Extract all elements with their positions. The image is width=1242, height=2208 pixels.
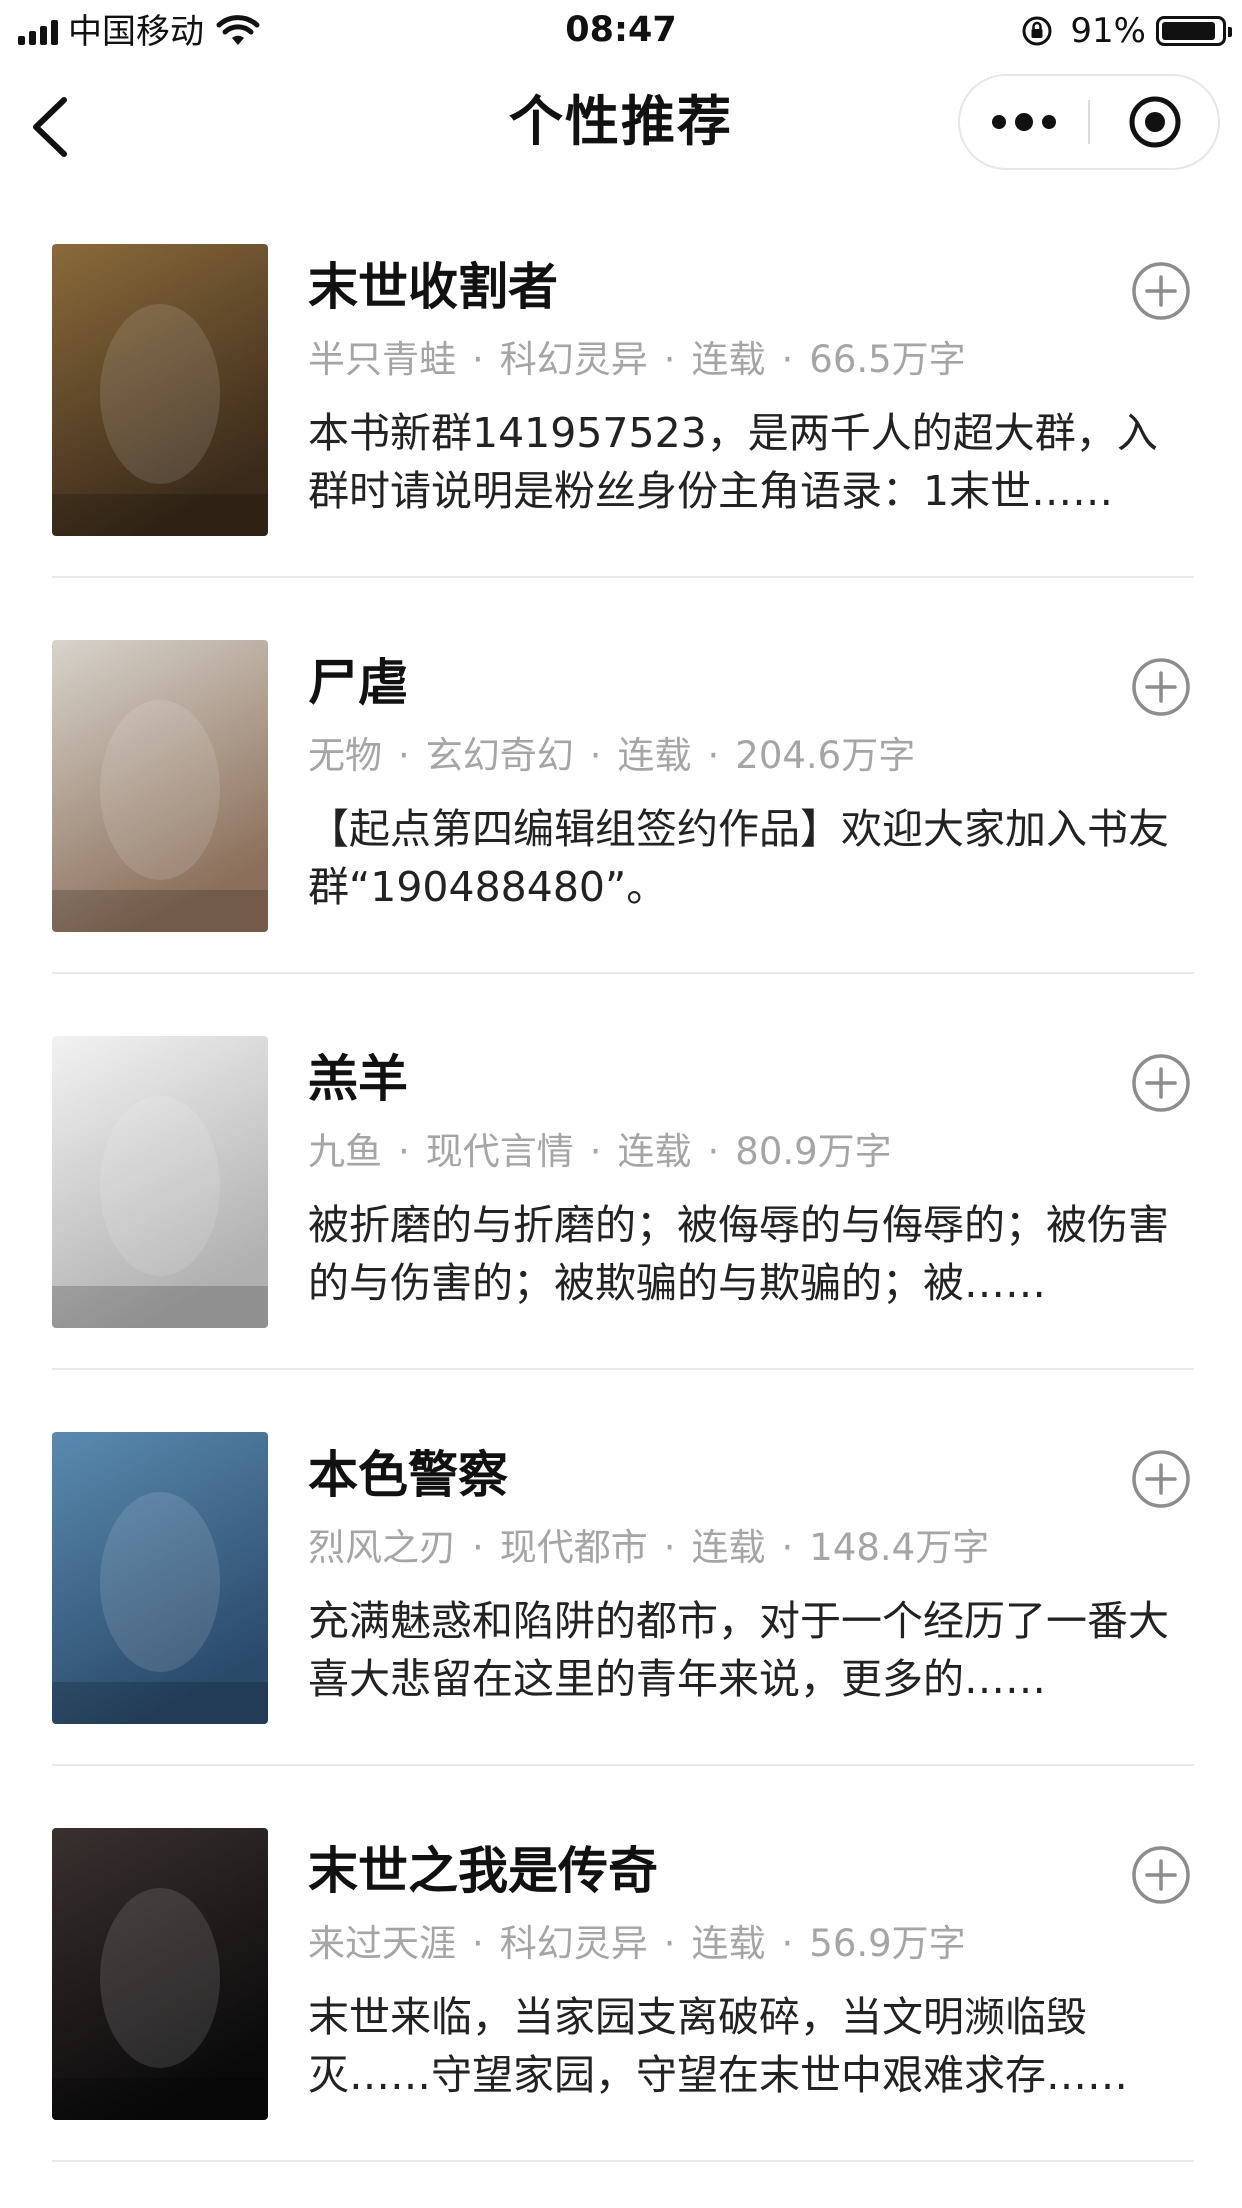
more-dot-icon — [992, 115, 1006, 129]
book-author: 半只青蛙 — [308, 338, 456, 381]
book-genre: 现代言情 — [425, 1130, 574, 1173]
nav-bar: 个性推荐 — [0, 62, 1242, 182]
add-to-shelf-button[interactable] — [1130, 656, 1192, 718]
add-to-shelf-button[interactable] — [1130, 1844, 1192, 1906]
book-list-item[interactable]: 羔羊 九鱼 · 现代言情 · 连载 · 80.9万字 被折磨的与折磨的；被侮辱的与侮辱的；被… — [0, 974, 1242, 1370]
book-meta: 九鱼 · 现代言情 · 连载 · 80.9万字 — [308, 1130, 892, 1173]
book-author: 无物 — [308, 734, 382, 777]
book-title: 本色警察 — [308, 1446, 508, 1504]
book-cover[interactable] — [52, 1432, 268, 1724]
book-author: 来过天涯 — [308, 1922, 456, 1965]
book-genre: 现代都市 — [499, 1526, 648, 1569]
book-genre: 玄幻奇幻 — [425, 734, 574, 777]
plus-circle-icon — [1132, 1450, 1190, 1508]
target-close-icon — [1129, 96, 1181, 148]
book-title: 末世收割者 — [308, 258, 558, 316]
book-title: 末世之我是传奇 — [308, 1842, 658, 1900]
book-list-item[interactable]: 本色警察 烈风之刃 · 现代都市 · 连载 · 148.4万字 充满魅惑和陷阱的都市，对于一… — [0, 1370, 1242, 1766]
book-meta: 烈风之刃 · 现代都市 · 连载 · 148.4万字 — [308, 1526, 990, 1569]
book-cover[interactable] — [52, 1828, 268, 2120]
book-word-count: 56.9万字 — [809, 1922, 966, 1965]
book-description: 被折磨的与折磨的；被侮辱的与侮辱的；被伤害的与伤害的；被欺骗的与欺骗的；被…… — [308, 1201, 1169, 1307]
book-meta: 来过天涯 · 科幻灵异 · 连载 · 56.9万字 — [308, 1922, 966, 1965]
book-cover-image — [52, 1828, 268, 2120]
book-cover-image — [52, 640, 268, 932]
book-status: 连载 — [691, 338, 766, 381]
book-description: 充满魅惑和陷阱的都市，对于一个经历了一番大喜大悲留在这里的青年来说，更多的…… — [308, 1597, 1169, 1703]
book-list-item[interactable]: 尸虐 无物 · 玄幻奇幻 · 连载 · 204.6万字 【起点第四编辑组签约作品】欢迎大家加… — [0, 578, 1242, 974]
plus-circle-icon — [1132, 1054, 1190, 1112]
book-list: 末世收割者 半只青蛙 · 科幻灵异 · 连载 · 66.5万字 本书新群141957523，… — [0, 182, 1242, 2162]
book-word-count: 66.5万字 — [809, 338, 966, 381]
close-miniprogram-button[interactable] — [1092, 76, 1218, 168]
book-cover[interactable] — [52, 1036, 268, 1328]
rotation-lock-icon — [1022, 16, 1052, 46]
book-list-item[interactable]: 末世收割者 半只青蛙 · 科幻灵异 · 连载 · 66.5万字 本书新群141957523，… — [0, 182, 1242, 578]
add-to-shelf-button[interactable] — [1130, 1448, 1192, 1510]
plus-circle-icon — [1132, 262, 1190, 320]
book-status: 连载 — [617, 734, 692, 777]
book-description: 本书新群141957523，是两千人的超大群，入群时请说明是粉丝身份主角语录：1… — [308, 409, 1158, 515]
battery-icon — [1156, 16, 1232, 46]
book-cover[interactable] — [52, 244, 268, 536]
book-meta: 半只青蛙 · 科幻灵异 · 连载 · 66.5万字 — [308, 338, 966, 381]
list-divider — [52, 2160, 1194, 2162]
add-to-shelf-button[interactable] — [1130, 260, 1192, 322]
book-title: 尸虐 — [308, 654, 408, 712]
book-cover[interactable] — [52, 640, 268, 932]
more-dot-icon — [1015, 113, 1033, 131]
miniprogram-capsule — [958, 74, 1220, 170]
plus-circle-icon — [1132, 658, 1190, 716]
book-description: 末世来临，当家园支离破碎，当文明濒临毁灭……守望家园，守望在末世中艰难求存…… — [308, 1993, 1128, 2099]
book-list-item[interactable]: 末世之我是传奇 来过天涯 · 科幻灵异 · 连载 · 56.9万字 末世来临，当家园支离破碎… — [0, 1766, 1242, 2162]
book-word-count: 80.9万字 — [735, 1130, 892, 1173]
book-word-count: 148.4万字 — [809, 1526, 990, 1569]
book-description: 【起点第四编辑组签约作品】欢迎大家加入书友群“190488480”。 — [308, 805, 1169, 911]
book-author: 九鱼 — [308, 1130, 382, 1173]
book-meta: 无物 · 玄幻奇幻 · 连载 · 204.6万字 — [308, 734, 916, 777]
book-word-count: 204.6万字 — [735, 734, 916, 777]
book-author: 烈风之刃 — [308, 1526, 456, 1569]
book-title: 羔羊 — [308, 1050, 408, 1108]
book-cover-image — [52, 1036, 268, 1328]
capsule-divider — [1088, 100, 1090, 144]
book-cover-image — [52, 244, 268, 536]
plus-circle-icon — [1132, 1846, 1190, 1904]
add-to-shelf-button[interactable] — [1130, 1052, 1192, 1114]
book-status: 连载 — [691, 1922, 766, 1965]
status-right: 91% — [1020, 10, 1232, 52]
book-status: 连载 — [617, 1130, 692, 1173]
book-genre: 科幻灵异 — [499, 1922, 648, 1965]
book-cover-image — [52, 1432, 268, 1724]
book-status: 连载 — [691, 1526, 766, 1569]
book-genre: 科幻灵异 — [499, 338, 648, 381]
more-button[interactable] — [960, 76, 1088, 168]
more-dot-icon — [1042, 115, 1056, 129]
status-bar: 中国移动 08:47 91% — [0, 0, 1242, 62]
battery-percent: 91% — [1070, 11, 1146, 51]
